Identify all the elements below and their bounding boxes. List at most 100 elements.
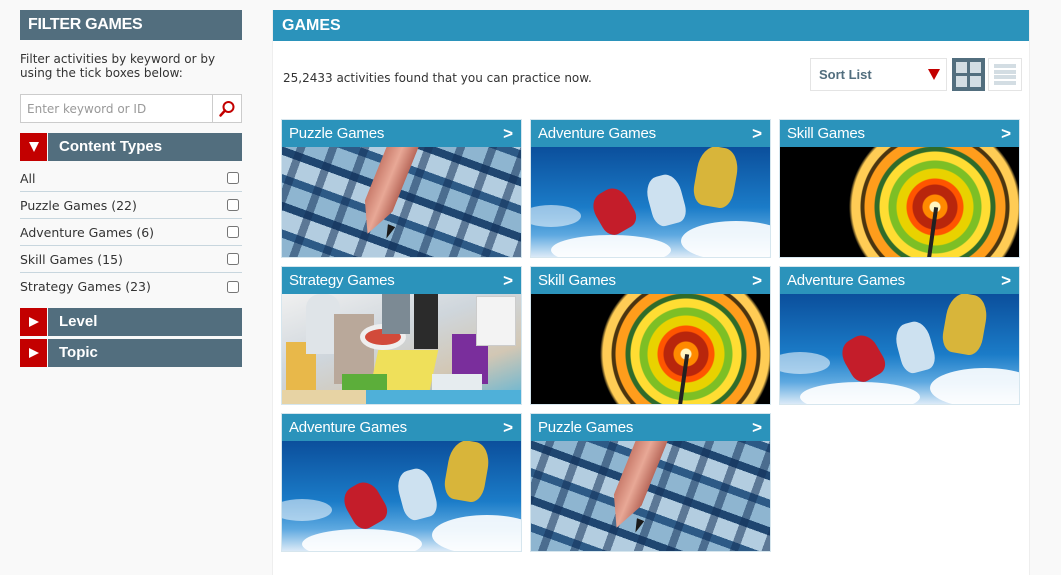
results-toolbar: 25,2433 activities found that you can pr… xyxy=(273,41,1029,119)
cloud-shape xyxy=(681,221,770,257)
sort-dropdown[interactable]: Sort List xyxy=(810,58,947,91)
filter-item-strategy[interactable]: Strategy Games (23) xyxy=(20,273,242,300)
section-topic[interactable]: Topic xyxy=(20,339,242,367)
skydivers-image xyxy=(780,294,1019,404)
grid-view-button[interactable] xyxy=(952,58,985,91)
card-title: Skill Games xyxy=(538,272,616,289)
card-title: Adventure Games xyxy=(787,272,905,289)
waterfront-shape xyxy=(282,390,521,404)
card-header: Strategy Games > xyxy=(282,267,521,294)
filter-item-adventure[interactable]: Adventure Games (6) xyxy=(20,219,242,246)
pencil-shape xyxy=(603,441,668,533)
games-grid: Puzzle Games > Adventure Games > Skill G… xyxy=(281,119,1020,552)
filter-item-all[interactable]: All xyxy=(20,165,242,192)
puzzle-image xyxy=(282,147,521,257)
game-card[interactable]: Puzzle Games > xyxy=(281,119,522,258)
filter-item-label: All xyxy=(20,170,36,186)
skydiver-shape xyxy=(836,329,890,387)
chevron-right-icon: > xyxy=(1001,270,1011,290)
ferris-wheel-image xyxy=(780,147,1019,257)
card-header: Adventure Games > xyxy=(780,267,1019,294)
cloud-shape xyxy=(930,368,1019,404)
pencil-tip xyxy=(632,518,645,534)
chevron-right-icon: > xyxy=(503,123,513,143)
grid-icon-cell xyxy=(956,76,967,87)
skydiver-shape xyxy=(691,147,741,211)
section-content-types[interactable]: Content Types xyxy=(20,133,242,161)
cloud-shape xyxy=(800,382,920,404)
sort-label: Sort List xyxy=(819,67,872,82)
filter-checkbox[interactable] xyxy=(227,280,239,293)
search-button[interactable] xyxy=(212,95,241,122)
games-panel: GAMES 25,2433 activities found that you … xyxy=(272,10,1030,575)
filter-item-puzzle[interactable]: Puzzle Games (22) xyxy=(20,192,242,219)
list-icon-line xyxy=(994,64,1016,68)
list-icon-line xyxy=(994,80,1016,85)
skydiver-shape xyxy=(892,318,938,376)
card-header: Puzzle Games > xyxy=(282,120,521,147)
filter-intro-text: Filter activities by keyword or by using… xyxy=(20,52,216,80)
game-card[interactable]: Adventure Games > xyxy=(530,119,771,258)
cloud-shape xyxy=(432,515,521,551)
keyword-search xyxy=(20,94,242,123)
card-title: Puzzle Games xyxy=(289,125,385,142)
filter-title: FILTER GAMES xyxy=(20,10,242,40)
page-title: GAMES xyxy=(273,10,1029,41)
skydiver-shape xyxy=(394,465,440,523)
skydiver-shape xyxy=(338,476,392,534)
filter-item-label: Strategy Games (23) xyxy=(20,279,151,294)
game-card[interactable]: Adventure Games > xyxy=(779,266,1020,405)
expand-toggle[interactable] xyxy=(20,308,47,336)
filter-item-skill[interactable]: Skill Games (15) xyxy=(20,246,242,273)
filter-item-label: Puzzle Games (22) xyxy=(20,197,137,213)
grid-icon-cell xyxy=(956,62,967,73)
results-count: 25,2433 activities found that you can pr… xyxy=(283,71,592,85)
filter-item-label: Skill Games (15) xyxy=(20,251,123,267)
filter-checkbox[interactable] xyxy=(227,226,239,238)
card-title: Adventure Games xyxy=(538,125,656,142)
grid-icon-cell xyxy=(970,76,981,87)
cloud-shape xyxy=(551,235,671,257)
chevron-right-icon: > xyxy=(752,123,762,143)
card-header: Adventure Games > xyxy=(282,414,521,441)
filter-sidebar: FILTER GAMES Filter activities by keywor… xyxy=(20,10,242,367)
card-title: Strategy Games xyxy=(289,272,395,289)
collapse-toggle[interactable] xyxy=(20,133,47,161)
section-label: Topic xyxy=(48,339,242,367)
pencil-tip xyxy=(383,224,396,240)
cloud-shape xyxy=(780,352,830,374)
skydivers-image xyxy=(282,441,521,551)
keyword-search-input[interactable] xyxy=(21,95,212,122)
game-card[interactable]: Puzzle Games > xyxy=(530,413,771,552)
cloud-shape xyxy=(302,529,422,551)
pencil-shape xyxy=(354,147,419,239)
game-card[interactable]: Skill Games > xyxy=(779,119,1020,258)
list-view-button[interactable] xyxy=(988,58,1022,91)
expand-toggle[interactable] xyxy=(20,339,47,367)
chevron-right-icon: > xyxy=(1001,123,1011,143)
building-shape xyxy=(414,294,438,349)
filter-checkbox[interactable] xyxy=(227,253,239,265)
triangle-right-icon xyxy=(28,348,39,358)
section-level[interactable]: Level xyxy=(20,308,242,336)
triangle-right-icon xyxy=(28,317,39,327)
card-title: Puzzle Games xyxy=(538,419,634,436)
filter-checkbox[interactable] xyxy=(227,172,239,184)
filter-item-label: Adventure Games (6) xyxy=(20,224,155,240)
skydiver-shape xyxy=(940,294,990,358)
dropdown-arrow-icon xyxy=(928,69,940,80)
filter-checkbox[interactable] xyxy=(227,199,239,211)
card-title: Adventure Games xyxy=(289,419,407,436)
building-shape xyxy=(382,294,410,334)
game-card[interactable]: Adventure Games > xyxy=(281,413,522,552)
card-header: Adventure Games > xyxy=(531,120,770,147)
cloud-shape xyxy=(531,205,581,227)
card-header: Skill Games > xyxy=(780,120,1019,147)
chevron-right-icon: > xyxy=(752,270,762,290)
triangle-down-icon xyxy=(28,142,39,152)
game-card[interactable]: Skill Games > xyxy=(530,266,771,405)
cloud-shape xyxy=(282,499,332,521)
game-card[interactable]: Strategy Games > xyxy=(281,266,522,405)
list-icon-line xyxy=(994,75,1016,80)
section-label: Level xyxy=(48,308,242,336)
